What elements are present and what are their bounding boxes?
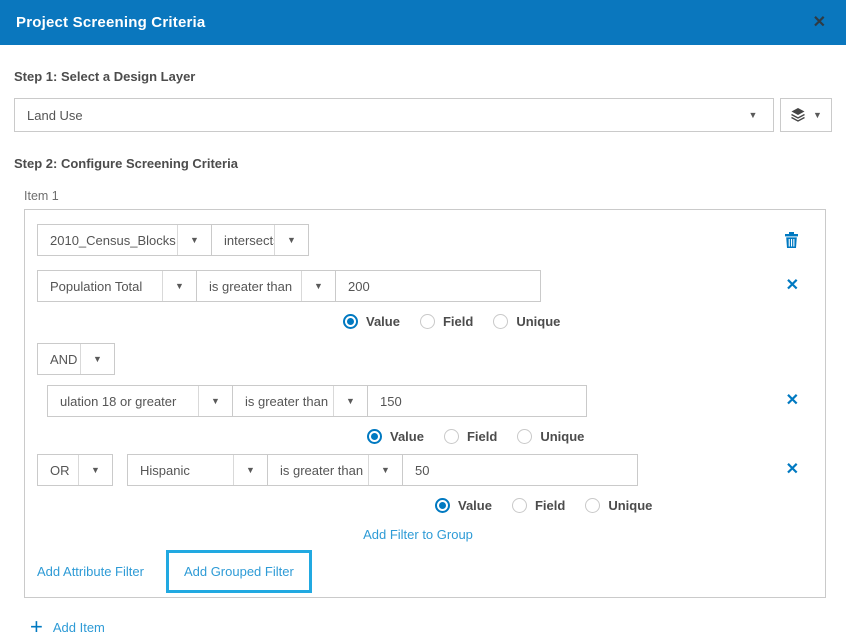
item-layer-select[interactable]: 2010_Census_Blocks ▼: [37, 224, 212, 256]
spatial-operator-value: intersects: [212, 233, 274, 248]
attribute-filter-row: Population Total ▼ is greater than ▼ ✕: [37, 270, 799, 302]
radio-label: Unique: [608, 498, 652, 513]
remove-icon: ✕: [786, 393, 799, 409]
radio-label: Field: [467, 429, 497, 444]
chevron-down-icon: ▼: [301, 271, 335, 301]
radio-label: Field: [443, 314, 473, 329]
filter2-field-select[interactable]: ulation 18 or greater ▼: [47, 385, 233, 417]
or-conjunction-select[interactable]: OR ▼: [37, 454, 113, 486]
radio-selected-icon[interactable]: [343, 314, 358, 329]
chevron-down-icon: ▼: [80, 344, 114, 374]
filter1-operator-select[interactable]: is greater than ▼: [196, 270, 336, 302]
grouped-filter-row: OR ▼ Hispanic ▼ is greater than ▼ ✕: [37, 454, 799, 486]
filter2-field-value: ulation 18 or greater: [48, 394, 198, 409]
chevron-down-icon: ▼: [813, 110, 822, 120]
radio-label: Value: [458, 498, 492, 513]
radio-label: Unique: [516, 314, 560, 329]
chevron-down-icon: ▼: [78, 455, 112, 485]
add-grouped-filter-highlight: Add Grouped Filter: [166, 550, 312, 593]
radio-icon[interactable]: [420, 314, 435, 329]
chevron-down-icon: ▼: [368, 455, 402, 485]
delete-item-button[interactable]: [784, 231, 799, 249]
filter-actions-row: Add Attribute Filter Add Grouped Filter: [37, 550, 799, 593]
add-attribute-filter-link[interactable]: Add Attribute Filter: [37, 564, 144, 579]
filter2-value-input[interactable]: [367, 385, 587, 417]
remove-filter3-button[interactable]: ✕: [786, 462, 799, 478]
item-layer-value: 2010_Census_Blocks: [38, 233, 177, 248]
radio-option-unique[interactable]: Unique: [585, 498, 652, 513]
filter3-operator-select[interactable]: is greater than ▼: [267, 454, 403, 486]
filter1-value-input[interactable]: [335, 270, 541, 302]
filter3-field-select[interactable]: Hispanic ▼: [127, 454, 268, 486]
radio-option-value[interactable]: Value: [435, 498, 492, 513]
dialog-title: Project Screening Criteria: [16, 14, 205, 31]
layer-options-button[interactable]: ▼: [780, 98, 832, 132]
add-item-button[interactable]: + Add Item: [30, 616, 832, 638]
step2-label: Step 2: Configure Screening Criteria: [14, 156, 832, 171]
chevron-down-icon: ▼: [162, 271, 196, 301]
radio-option-field[interactable]: Field: [444, 429, 497, 444]
chevron-down-icon: ▼: [198, 386, 232, 416]
design-layer-select[interactable]: Land Use ▼: [14, 98, 774, 132]
radio-option-field[interactable]: Field: [512, 498, 565, 513]
filter1-operator-value: is greater than: [197, 279, 301, 294]
radio-icon[interactable]: [512, 498, 527, 513]
radio-icon[interactable]: [585, 498, 600, 513]
radio-icon[interactable]: [493, 314, 508, 329]
filter1-mode-radios: Value Field Unique: [343, 314, 799, 329]
radio-selected-icon[interactable]: [435, 498, 450, 513]
or-conjunction-value: OR: [38, 463, 78, 478]
filter2-operator-select[interactable]: is greater than ▼: [232, 385, 368, 417]
radio-label: Value: [366, 314, 400, 329]
item-panel: 2010_Census_Blocks ▼ intersects ▼: [24, 209, 826, 598]
radio-icon[interactable]: [517, 429, 532, 444]
radio-option-unique[interactable]: Unique: [517, 429, 584, 444]
conjunction-row: AND ▼: [37, 343, 799, 375]
chevron-down-icon: ▼: [233, 455, 267, 485]
filter2-operator-value: is greater than: [233, 394, 333, 409]
remove-icon: ✕: [786, 278, 799, 294]
step1-label: Step 1: Select a Design Layer: [14, 69, 832, 84]
filter2-mode-radios: Value Field Unique: [367, 429, 799, 444]
add-item-label: Add Item: [53, 620, 105, 635]
radio-option-unique[interactable]: Unique: [493, 314, 560, 329]
radio-icon[interactable]: [444, 429, 459, 444]
filter3-operator-value: is greater than: [268, 463, 368, 478]
filter1-field-select[interactable]: Population Total ▼: [37, 270, 197, 302]
remove-filter2-button[interactable]: ✕: [786, 393, 799, 409]
chevron-down-icon: ▼: [733, 99, 773, 131]
radio-option-value[interactable]: Value: [367, 429, 424, 444]
filter3-mode-radios: Value Field Unique: [435, 498, 799, 513]
filter3-value-input[interactable]: [402, 454, 638, 486]
add-filter-to-group-link[interactable]: Add Filter to Group: [363, 527, 473, 542]
trash-icon: [784, 231, 799, 249]
spatial-filter-row: 2010_Census_Blocks ▼ intersects ▼: [37, 224, 799, 256]
close-icon[interactable]: ✕: [809, 13, 830, 33]
radio-option-field[interactable]: Field: [420, 314, 473, 329]
filter1-field-value: Population Total: [38, 279, 162, 294]
and-conjunction-select[interactable]: AND ▼: [37, 343, 115, 375]
chevron-down-icon: ▼: [274, 225, 308, 255]
item-label: Item 1: [24, 189, 832, 203]
add-grouped-filter-link[interactable]: Add Grouped Filter: [184, 564, 294, 579]
layers-icon: [790, 107, 806, 123]
filter3-field-value: Hispanic: [128, 463, 233, 478]
plus-icon: +: [30, 616, 43, 638]
radio-label: Field: [535, 498, 565, 513]
design-layer-row: Land Use ▼ ▼: [14, 98, 832, 132]
and-conjunction-value: AND: [38, 352, 80, 367]
chevron-down-icon: ▼: [177, 225, 211, 255]
design-layer-value: Land Use: [15, 108, 733, 123]
radio-label: Unique: [540, 429, 584, 444]
grouped-filter-row: ulation 18 or greater ▼ is greater than …: [47, 385, 799, 417]
radio-option-value[interactable]: Value: [343, 314, 400, 329]
dialog-header: Project Screening Criteria ✕: [0, 0, 846, 45]
radio-selected-icon[interactable]: [367, 429, 382, 444]
radio-label: Value: [390, 429, 424, 444]
spatial-operator-select[interactable]: intersects ▼: [211, 224, 309, 256]
remove-filter1-button[interactable]: ✕: [786, 278, 799, 294]
remove-icon: ✕: [786, 462, 799, 478]
chevron-down-icon: ▼: [333, 386, 367, 416]
